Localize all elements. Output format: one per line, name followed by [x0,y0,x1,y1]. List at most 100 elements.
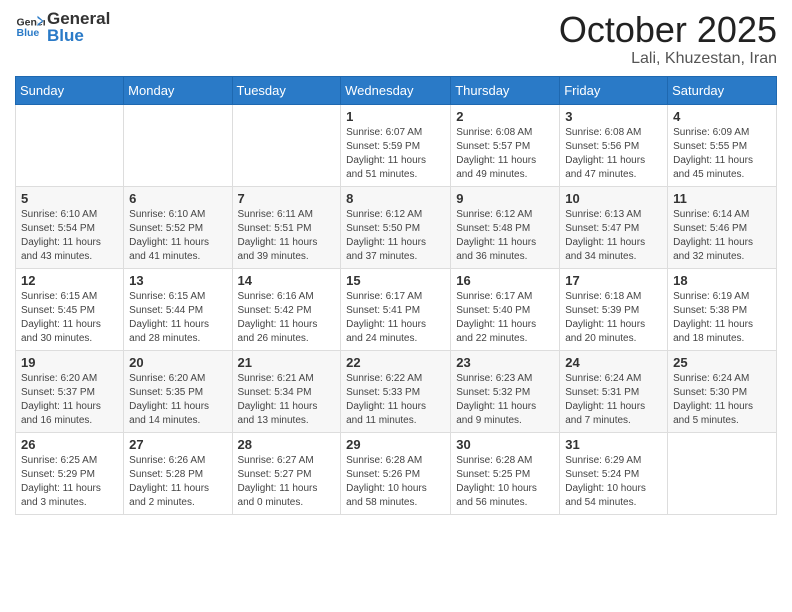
day-info: Sunrise: 6:20 AMSunset: 5:37 PMDaylight:… [21,372,118,428]
table-row [16,104,124,186]
day-info: Sunrise: 6:15 AMSunset: 5:45 PMDaylight:… [21,290,118,346]
header-tuesday: Tuesday [232,76,341,104]
header-sunday: Sunday [16,76,124,104]
day-number: 18 [673,273,771,288]
calendar-table: Sunday Monday Tuesday Wednesday Thursday… [15,76,777,515]
day-info: Sunrise: 6:29 AMSunset: 5:24 PMDaylight:… [565,454,662,510]
table-row: 12 Sunrise: 6:15 AMSunset: 5:45 PMDayligh… [16,268,124,350]
day-number: 23 [456,355,554,370]
day-number: 7 [238,191,336,206]
day-info: Sunrise: 6:24 AMSunset: 5:30 PMDaylight:… [673,372,771,428]
day-number: 17 [565,273,662,288]
day-info: Sunrise: 6:22 AMSunset: 5:33 PMDaylight:… [346,372,445,428]
calendar-week-1: 1 Sunrise: 6:07 AMSunset: 5:59 PMDaylight… [16,104,777,186]
table-row: 6Sunrise: 6:10 AMSunset: 5:52 PMDaylight… [124,186,232,268]
table-row: 27 Sunrise: 6:26 AMSunset: 5:28 PMDayligh… [124,432,232,514]
day-info: Sunrise: 6:11 AMSunset: 5:51 PMDaylight:… [238,208,336,264]
table-row: 4Sunrise: 6:09 AMSunset: 5:55 PMDaylight… [668,104,777,186]
day-info: Sunrise: 6:13 AMSunset: 5:47 PMDaylight:… [565,208,662,264]
table-row: 2 Sunrise: 6:08 AMSunset: 5:57 PMDaylight… [451,104,560,186]
day-number: 21 [238,355,336,370]
table-row: 31 Sunrise: 6:29 AMSunset: 5:24 PMDayligh… [560,432,668,514]
day-number: 26 [21,437,118,452]
day-info: Sunrise: 6:07 AMSunset: 5:59 PMDaylight:… [346,126,445,182]
header-wednesday: Wednesday [341,76,451,104]
table-row: 8 Sunrise: 6:12 AMSunset: 5:50 PMDaylight… [341,186,451,268]
table-row: 10 Sunrise: 6:13 AMSunset: 5:47 PMDayligh… [560,186,668,268]
header-monday: Monday [124,76,232,104]
day-number: 8 [346,191,445,206]
table-row: 30 Sunrise: 6:28 AMSunset: 5:25 PMDayligh… [451,432,560,514]
day-info: Sunrise: 6:17 AMSunset: 5:41 PMDaylight:… [346,290,445,346]
table-row: 13 Sunrise: 6:15 AMSunset: 5:44 PMDayligh… [124,268,232,350]
table-row: 23Sunrise: 6:23 AMSunset: 5:32 PMDayligh… [451,350,560,432]
table-row: 20Sunrise: 6:20 AMSunset: 5:35 PMDayligh… [124,350,232,432]
day-info: Sunrise: 6:12 AMSunset: 5:48 PMDaylight:… [456,208,554,264]
day-number: 15 [346,273,445,288]
table-row: 24 Sunrise: 6:24 AMSunset: 5:31 PMDayligh… [560,350,668,432]
day-number: 10 [565,191,662,206]
table-row: 29 Sunrise: 6:28 AMSunset: 5:26 PMDayligh… [341,432,451,514]
day-number: 16 [456,273,554,288]
table-row [124,104,232,186]
day-number: 29 [346,437,445,452]
day-number: 4 [673,109,771,124]
day-info: Sunrise: 6:14 AMSunset: 5:46 PMDaylight:… [673,208,771,264]
calendar-week-4: 19 Sunrise: 6:20 AMSunset: 5:37 PMDayligh… [16,350,777,432]
table-row: 18 Sunrise: 6:19 AMSunset: 5:38 PMDayligh… [668,268,777,350]
logo-general: General [47,10,110,27]
table-row: 15 Sunrise: 6:17 AMSunset: 5:41 PMDayligh… [341,268,451,350]
table-row: 11Sunrise: 6:14 AMSunset: 5:46 PMDayligh… [668,186,777,268]
table-row: 1 Sunrise: 6:07 AMSunset: 5:59 PMDaylight… [341,104,451,186]
day-info: Sunrise: 6:10 AMSunset: 5:54 PMDaylight:… [21,208,118,264]
table-row: 21Sunrise: 6:21 AMSunset: 5:34 PMDayligh… [232,350,341,432]
day-info: Sunrise: 6:25 AMSunset: 5:29 PMDaylight:… [21,454,118,510]
day-number: 1 [346,109,445,124]
day-info: Sunrise: 6:20 AMSunset: 5:35 PMDaylight:… [129,372,226,428]
calendar-week-3: 12 Sunrise: 6:15 AMSunset: 5:45 PMDayligh… [16,268,777,350]
calendar-week-5: 26 Sunrise: 6:25 AMSunset: 5:29 PMDayligh… [16,432,777,514]
header-thursday: Thursday [451,76,560,104]
table-row: 9 Sunrise: 6:12 AMSunset: 5:48 PMDaylight… [451,186,560,268]
table-row: 22 Sunrise: 6:22 AMSunset: 5:33 PMDayligh… [341,350,451,432]
day-info: Sunrise: 6:19 AMSunset: 5:38 PMDaylight:… [673,290,771,346]
day-number: 2 [456,109,554,124]
day-info: Sunrise: 6:15 AMSunset: 5:44 PMDaylight:… [129,290,226,346]
day-number: 9 [456,191,554,206]
day-number: 27 [129,437,226,452]
table-row: 16Sunrise: 6:17 AMSunset: 5:40 PMDayligh… [451,268,560,350]
calendar-header-row: Sunday Monday Tuesday Wednesday Thursday… [16,76,777,104]
day-number: 31 [565,437,662,452]
day-number: 30 [456,437,554,452]
table-row: 28Sunrise: 6:27 AMSunset: 5:27 PMDayligh… [232,432,341,514]
calendar-week-2: 5 Sunrise: 6:10 AMSunset: 5:54 PMDaylight… [16,186,777,268]
day-info: Sunrise: 6:16 AMSunset: 5:42 PMDaylight:… [238,290,336,346]
table-row [668,432,777,514]
table-row: 25 Sunrise: 6:24 AMSunset: 5:30 PMDayligh… [668,350,777,432]
day-info: Sunrise: 6:28 AMSunset: 5:25 PMDaylight:… [456,454,554,510]
day-number: 19 [21,355,118,370]
day-info: Sunrise: 6:08 AMSunset: 5:57 PMDaylight:… [456,126,554,182]
day-number: 5 [21,191,118,206]
table-row: 26 Sunrise: 6:25 AMSunset: 5:29 PMDayligh… [16,432,124,514]
day-info: Sunrise: 6:24 AMSunset: 5:31 PMDaylight:… [565,372,662,428]
logo-icon: General Blue [15,12,45,42]
table-row: 17Sunrise: 6:18 AMSunset: 5:39 PMDayligh… [560,268,668,350]
header-saturday: Saturday [668,76,777,104]
table-row: 5 Sunrise: 6:10 AMSunset: 5:54 PMDaylight… [16,186,124,268]
day-info: Sunrise: 6:26 AMSunset: 5:28 PMDaylight:… [129,454,226,510]
day-number: 25 [673,355,771,370]
day-number: 13 [129,273,226,288]
header-friday: Friday [560,76,668,104]
logo-blue: Blue [47,27,110,44]
day-info: Sunrise: 6:28 AMSunset: 5:26 PMDaylight:… [346,454,445,510]
day-info: Sunrise: 6:12 AMSunset: 5:50 PMDaylight:… [346,208,445,264]
day-number: 28 [238,437,336,452]
table-row [232,104,341,186]
day-info: Sunrise: 6:10 AMSunset: 5:52 PMDaylight:… [129,208,226,264]
day-number: 24 [565,355,662,370]
day-number: 22 [346,355,445,370]
day-number: 12 [21,273,118,288]
title-block: October 2025 Lali, Khuzestan, Iran [559,10,777,68]
table-row: 19 Sunrise: 6:20 AMSunset: 5:37 PMDayligh… [16,350,124,432]
